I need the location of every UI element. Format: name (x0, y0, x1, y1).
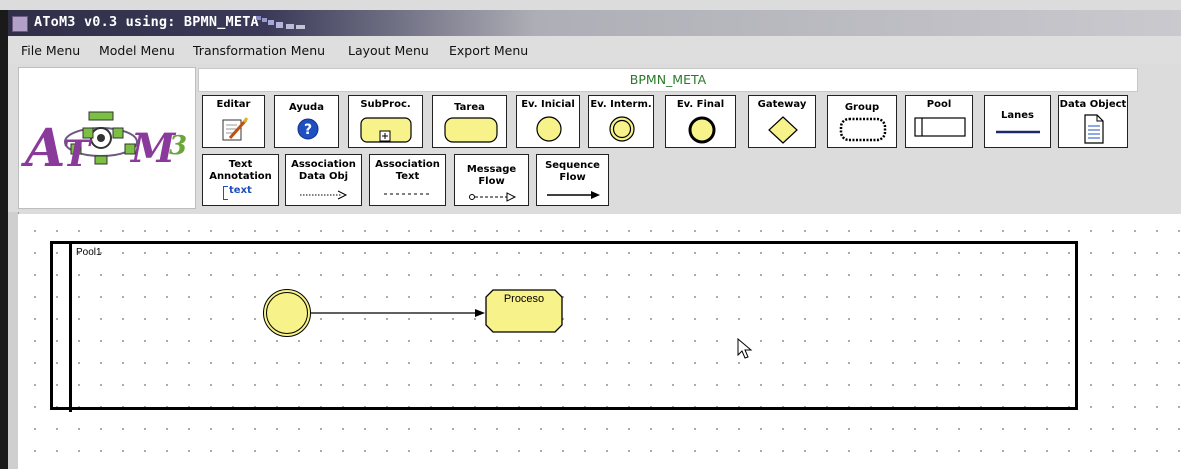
task-rounded-rect-icon (444, 117, 498, 143)
editar-label: Editar (216, 99, 251, 110)
pool1-label: Pool1 (76, 247, 102, 258)
ev-interm-button[interactable]: Ev. Interm. (588, 95, 654, 148)
text-annotation-button[interactable]: Text Annotation text (202, 154, 279, 206)
subproc-button[interactable]: SubProc. (348, 95, 423, 148)
atom3-window: AToM3 v0.3 using: BPMN_META File Menu Mo… (0, 0, 1181, 469)
pool1-shape[interactable] (50, 241, 1078, 410)
intermediate-event-double-circle-icon (609, 116, 635, 142)
association-text-line1: Association (375, 159, 440, 170)
association-text-line2: Text (395, 171, 420, 182)
sequence-flow-connector[interactable] (311, 306, 487, 320)
menu-bar (8, 36, 1181, 65)
ayuda-button[interactable]: Ayuda ? (274, 95, 339, 148)
start-event-shape[interactable] (263, 289, 311, 337)
ev-final-button[interactable]: Ev. Final (665, 95, 736, 148)
pool-button[interactable]: Pool (905, 95, 973, 148)
text-annotation-line1: Text (228, 159, 253, 170)
message-flow-line2: Flow (478, 176, 505, 187)
menu-file[interactable]: File Menu (21, 43, 80, 58)
window-title: AToM3 v0.3 using: BPMN_META (34, 14, 259, 30)
sequence-flow-line2: Flow (559, 172, 586, 183)
pool1-lane-divider (69, 241, 72, 412)
pool-label-btn: Pool (926, 99, 952, 110)
title-decoration-icon (256, 16, 305, 29)
group-dashed-rounded-rect-icon (839, 117, 887, 142)
svg-text:3: 3 (169, 131, 187, 161)
edit-pencil-icon (222, 117, 249, 141)
start-event-circle-icon (536, 116, 562, 142)
sequence-flow-line1: Sequence (545, 160, 600, 171)
lanes-line-icon (996, 130, 1040, 134)
svg-text:T: T (63, 133, 92, 175)
data-object-button[interactable]: Data Object (1058, 95, 1128, 148)
svg-text:?: ? (304, 122, 312, 138)
text-annotation-line2: Annotation (209, 171, 272, 182)
association-data-obj-line2: Data Obj (298, 171, 349, 182)
text-annotation-sample: text (229, 185, 252, 196)
subprocess-icon (360, 117, 412, 143)
ev-final-label: Ev. Final (676, 99, 725, 110)
message-flow-button[interactable]: Message Flow (454, 154, 529, 206)
svg-text:A: A (20, 118, 65, 179)
mouse-pointer-icon (737, 338, 753, 359)
subproc-label: SubProc. (360, 99, 411, 110)
menu-transformation[interactable]: Transformation Menu (193, 43, 325, 58)
menu-model[interactable]: Model Menu (99, 43, 175, 58)
message-flow-line1: Message (466, 164, 517, 175)
pool-rect-icon (914, 117, 966, 137)
ayuda-label: Ayuda (289, 102, 324, 113)
menu-layout[interactable]: Layout Menu (348, 43, 429, 58)
sequence-flow-arrow-icon (547, 191, 600, 199)
association-dotted-arrow-icon (300, 190, 348, 200)
association-data-obj-line1: Association (291, 159, 356, 170)
message-flow-icon (469, 192, 517, 202)
group-button[interactable]: Group (827, 95, 897, 148)
association-dashed-line-icon (384, 193, 432, 195)
association-text-button[interactable]: Association Text (369, 154, 446, 206)
end-event-thick-circle-icon (688, 116, 716, 144)
gateway-diamond-icon (768, 116, 798, 144)
association-data-obj-button[interactable]: Association Data Obj (285, 154, 362, 206)
tarea-button[interactable]: Tarea (432, 95, 507, 148)
window-left-edge (0, 10, 8, 469)
lanes-button[interactable]: Lanes (984, 95, 1051, 148)
data-object-document-icon (1084, 114, 1104, 144)
gateway-button[interactable]: Gateway (748, 95, 816, 148)
help-question-icon: ? (297, 118, 319, 140)
atom3-logo-icon: A M 3 T (20, 111, 187, 179)
app-window-icon[interactable] (12, 16, 28, 32)
lanes-label: Lanes (1001, 110, 1034, 121)
tarea-label: Tarea (454, 102, 485, 113)
atom3-logo: A M 3 T (18, 67, 196, 209)
data-object-label: Data Object (1059, 99, 1127, 110)
gateway-label: Gateway (757, 99, 807, 110)
ev-inicial-label: Ev. Inicial (521, 99, 575, 110)
text-annotation-icon: text (223, 185, 253, 200)
task-proceso-label: Proceso (503, 293, 545, 305)
group-label: Group (844, 102, 880, 113)
ev-interm-label: Ev. Interm. (590, 99, 652, 110)
editar-button[interactable]: Editar (202, 95, 265, 148)
ev-inicial-button[interactable]: Ev. Inicial (516, 95, 580, 148)
metamodel-title: BPMN_META (198, 68, 1138, 92)
sequence-flow-button[interactable]: Sequence Flow (536, 154, 609, 206)
menu-export[interactable]: Export Menu (449, 43, 528, 58)
